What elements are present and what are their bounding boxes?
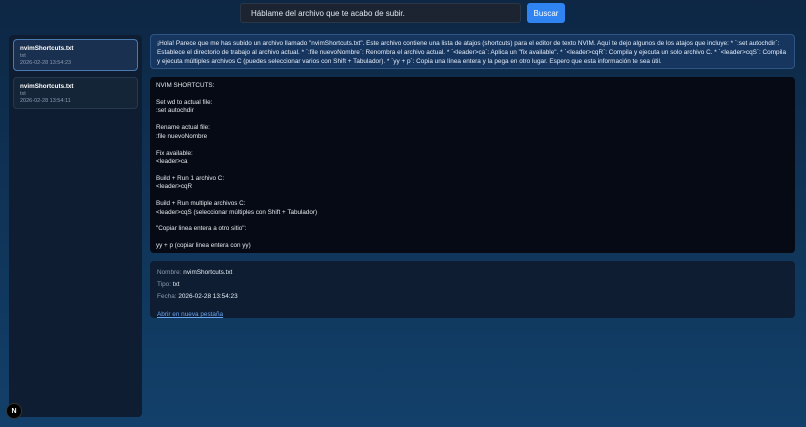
file-type: txt bbox=[20, 91, 26, 97]
search-bar: Buscar bbox=[240, 3, 565, 23]
meta-date-label: Fecha: bbox=[157, 293, 177, 300]
content-line bbox=[156, 192, 789, 200]
file-name: nvimShortcuts.txt bbox=[20, 45, 74, 52]
content-line: <leader>cqS (seleccionar múltiples con S… bbox=[156, 208, 318, 216]
file-list-item-active[interactable]: nvimShortcuts.txt txt 2026-02-28 13:54:2… bbox=[13, 39, 138, 71]
content-line: Set wd to actual file: bbox=[156, 98, 213, 106]
meta-name-label: Nombre: bbox=[157, 269, 182, 276]
meta-date-row: Fecha: 2026-02-28 13:54:23 bbox=[157, 291, 788, 303]
content-line: yy + p (copiar linea entera con yy) bbox=[156, 242, 251, 250]
content-line bbox=[156, 90, 789, 98]
file-name: nvimShortcuts.txt bbox=[20, 83, 74, 90]
open-in-new-tab-link[interactable]: Abrir en nueva pestaña bbox=[157, 309, 223, 321]
content-line: Build + Run multiple archivos C: bbox=[156, 200, 246, 208]
content-line: NVIM SHORTCUTS: bbox=[156, 82, 215, 89]
meta-name-value: nvimShortcuts.txt bbox=[183, 269, 233, 276]
meta-type-row: Tipo: txt bbox=[157, 279, 788, 291]
search-button[interactable]: Buscar bbox=[527, 3, 565, 23]
meta-type-label: Tipo: bbox=[157, 281, 171, 288]
content-line: <leader>cqR bbox=[156, 183, 193, 191]
content-line: Fix available: bbox=[156, 149, 193, 157]
content-line bbox=[156, 141, 789, 149]
content-line: Build + Run 1 archivo C: bbox=[156, 174, 225, 182]
file-type: txt bbox=[20, 53, 26, 59]
meta-date-value: 2026-02-28 13:54:23 bbox=[178, 293, 238, 300]
search-input[interactable] bbox=[240, 3, 521, 23]
content-line: Rename actual file: bbox=[156, 124, 210, 132]
content-line bbox=[156, 234, 789, 242]
content-line: :set autochdir bbox=[156, 107, 194, 115]
content-line: <leader>ca bbox=[156, 157, 188, 165]
file-content-viewer: NVIM SHORTCUTS: Set wd to actual file: :… bbox=[150, 77, 795, 253]
ai-response-summary: ¡Hola! Parece que me has subido un archi… bbox=[150, 34, 795, 69]
file-date: 2026-02-28 13:54:11 bbox=[20, 98, 71, 104]
file-metadata-panel: Nombre: nvimShortcuts.txt Tipo: txt Fech… bbox=[150, 261, 795, 318]
content-line bbox=[156, 116, 789, 124]
meta-name-row: Nombre: nvimShortcuts.txt bbox=[157, 267, 788, 279]
meta-type-value: txt bbox=[172, 281, 180, 288]
file-list-sidebar: nvimShortcuts.txt txt 2026-02-28 13:54:2… bbox=[9, 35, 142, 417]
content-line bbox=[156, 166, 789, 174]
file-date: 2026-02-28 13:54:23 bbox=[20, 60, 72, 66]
content-line bbox=[156, 217, 789, 225]
content-line: "Copiar linea entera a otro sitio": bbox=[156, 225, 247, 233]
file-list-item[interactable]: nvimShortcuts.txt txt 2026-02-28 13:54:1… bbox=[13, 77, 138, 109]
nextjs-logo-icon[interactable]: N bbox=[7, 404, 21, 418]
content-line: :file nuevoNombre bbox=[156, 132, 208, 140]
